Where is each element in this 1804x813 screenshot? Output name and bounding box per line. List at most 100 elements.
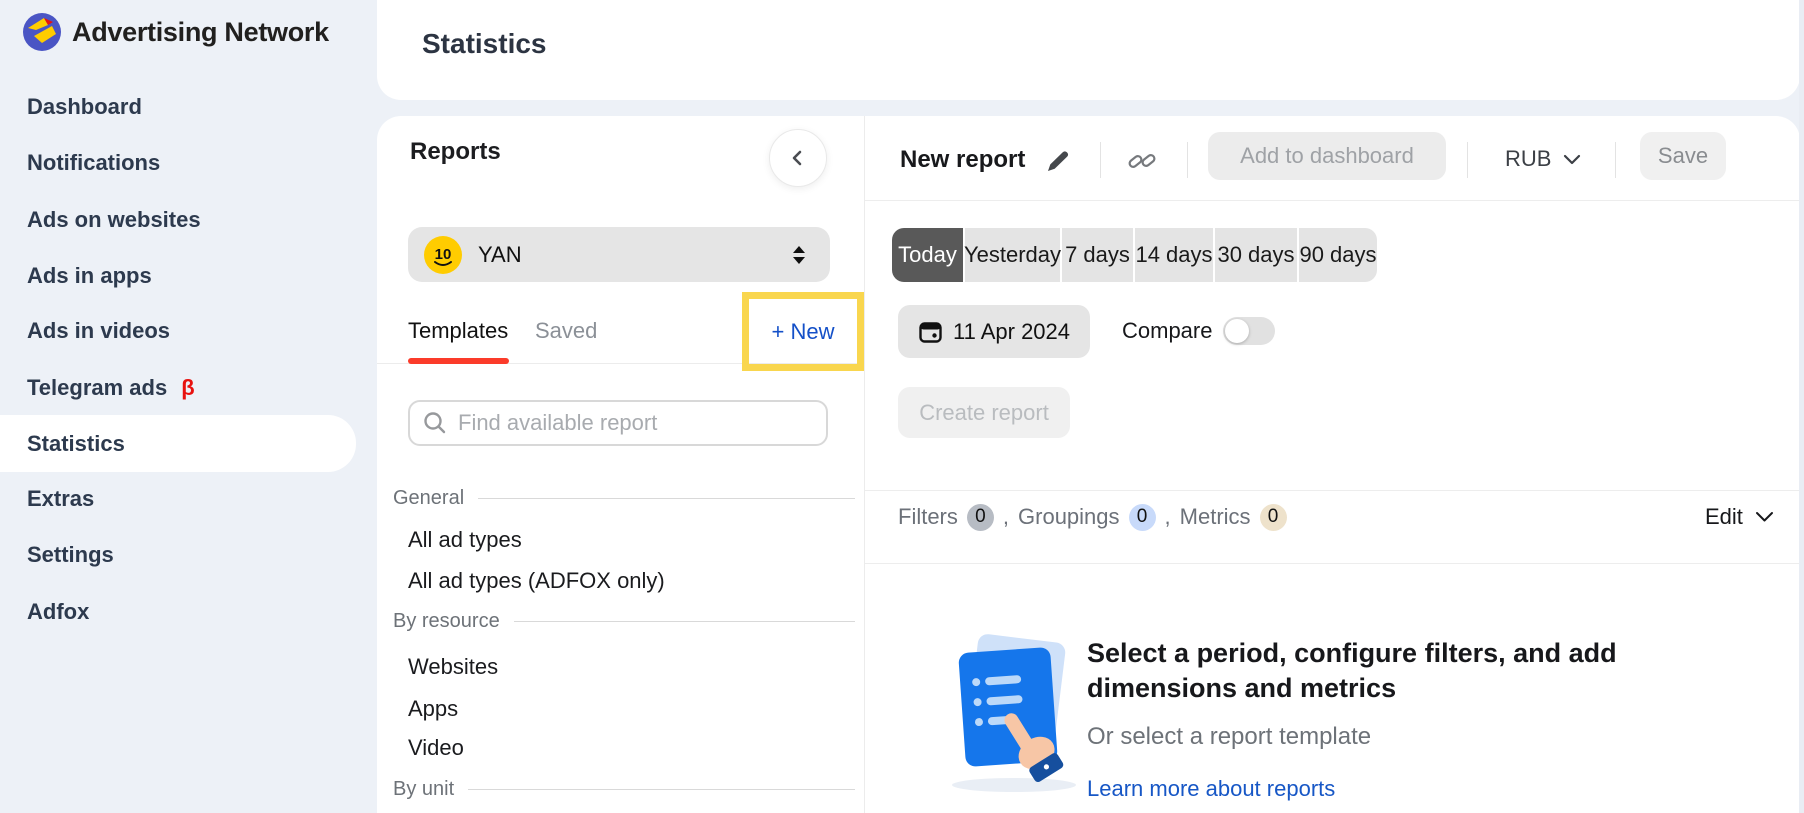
date-value: 11 Apr 2024: [953, 319, 1070, 345]
section-label: By unit: [393, 778, 454, 801]
page-title: Statistics: [422, 28, 547, 60]
range-yesterday[interactable]: Yesterday: [965, 228, 1060, 282]
section-divider: [478, 498, 855, 499]
sort-arrows-icon: [788, 244, 810, 266]
report-template-all-ad-types-adfox[interactable]: All ad types (ADFOX only): [408, 566, 665, 596]
sidebar-item-ads-on-websites[interactable]: Ads on websites: [0, 191, 356, 248]
section-label: By resource: [393, 610, 500, 633]
sidebar-item-label: Dashboard: [27, 94, 142, 120]
summary-top-divider: [865, 490, 1800, 491]
sidebar-item-notifications[interactable]: Notifications: [0, 134, 356, 191]
account-name: YAN: [478, 242, 788, 268]
separator: ,: [1003, 504, 1009, 530]
range-7-days[interactable]: 7 days: [1062, 228, 1133, 282]
report-search: [408, 400, 828, 446]
account-badge-icon: 10: [424, 236, 462, 274]
active-tab-indicator: [408, 358, 509, 364]
sidebar-item-label: Ads in videos: [27, 318, 170, 344]
compare-label: Compare: [1122, 316, 1212, 346]
header-divider: [1187, 142, 1188, 178]
groupings-count-badge: 0: [1129, 504, 1156, 531]
report-title: New report: [900, 146, 1025, 174]
toggle-knob: [1225, 319, 1249, 343]
range-30-days[interactable]: 30 days: [1215, 228, 1297, 282]
summary-bottom-divider: [865, 563, 1800, 564]
search-input[interactable]: [458, 410, 814, 436]
create-report-button[interactable]: Create report: [898, 387, 1070, 438]
scrollbar-track[interactable]: [1799, 0, 1804, 813]
range-14-days[interactable]: 14 days: [1135, 228, 1213, 282]
range-today[interactable]: Today: [892, 228, 963, 282]
main-panel: Reports 10 YAN Templates Saved + New Gen…: [377, 116, 1800, 813]
groupings-label: Groupings: [1018, 504, 1120, 530]
metrics-count-badge: 0: [1260, 504, 1287, 531]
sidebar-item-label: Settings: [27, 542, 114, 568]
sidebar-item-telegram-ads[interactable]: Telegram ads β: [0, 359, 356, 416]
svg-text:10: 10: [435, 246, 452, 263]
new-report-highlight-box: + New: [742, 292, 864, 371]
add-to-dashboard-button[interactable]: Add to dashboard: [1208, 132, 1446, 180]
range-90-days[interactable]: 90 days: [1299, 228, 1377, 282]
report-template-all-ad-types[interactable]: All ad types: [408, 525, 522, 555]
new-report-link[interactable]: + New: [772, 319, 835, 345]
report-template-websites[interactable]: Websites: [408, 652, 498, 682]
save-button[interactable]: Save: [1640, 132, 1726, 180]
currency-select[interactable]: RUB: [1505, 146, 1581, 172]
sidebar-item-label: Telegram ads: [27, 375, 167, 401]
rename-report-button[interactable]: [1045, 147, 1072, 174]
learn-more-link[interactable]: Learn more about reports: [1087, 776, 1335, 802]
section-header-general: General: [393, 487, 855, 510]
editor-header-divider: [865, 200, 1800, 201]
report-template-video[interactable]: Video: [408, 733, 464, 763]
edit-summary-button[interactable]: Edit: [1705, 502, 1774, 532]
link-icon: [1127, 149, 1157, 173]
sidebar-item-extras[interactable]: Extras: [0, 470, 356, 527]
report-setup-illustration-icon: [942, 634, 1092, 794]
sidebar-item-label: Ads on websites: [27, 207, 201, 233]
sidebar-item-adfox[interactable]: Adfox: [0, 583, 356, 640]
pencil-icon: [1045, 147, 1072, 174]
section-header-by-resource: By resource: [393, 610, 855, 633]
brand: Advertising Network: [22, 12, 329, 52]
header-divider: [1467, 142, 1468, 178]
tab-templates[interactable]: Templates: [408, 318, 508, 348]
section-divider: [468, 789, 855, 790]
tab-saved[interactable]: Saved: [535, 318, 597, 348]
sidebar: Advertising Network Dashboard Notificati…: [0, 0, 377, 813]
sidebar-item-settings[interactable]: Settings: [0, 526, 356, 583]
separator: ,: [1165, 504, 1171, 530]
report-config-summary: Filters 0 , Groupings 0 , Metrics 0: [898, 502, 1287, 532]
page-header: Statistics: [377, 0, 1800, 100]
account-select[interactable]: 10 YAN: [408, 227, 830, 282]
chevron-down-icon: [1563, 154, 1581, 165]
search-icon: [422, 410, 448, 436]
section-divider: [514, 621, 855, 622]
sidebar-item-label: Adfox: [27, 599, 89, 625]
report-template-apps[interactable]: Apps: [408, 694, 458, 724]
sidebar-item-statistics[interactable]: Statistics: [0, 415, 356, 472]
edit-label: Edit: [1705, 504, 1743, 530]
collapse-panel-button[interactable]: [769, 129, 827, 187]
compare-toggle[interactable]: [1223, 317, 1275, 345]
empty-state-subheading: Or select a report template: [1087, 723, 1371, 751]
section-label: General: [393, 487, 464, 510]
metrics-label: Metrics: [1180, 504, 1251, 530]
sidebar-item-label: Notifications: [27, 150, 160, 176]
sidebar-item-ads-in-videos[interactable]: Ads in videos: [0, 302, 356, 359]
reports-panel-title: Reports: [410, 138, 501, 166]
chevron-left-icon: [787, 147, 809, 169]
header-divider: [1100, 142, 1101, 178]
calendar-icon: [918, 319, 943, 344]
sidebar-item-dashboard[interactable]: Dashboard: [0, 78, 356, 135]
sidebar-item-ads-in-apps[interactable]: Ads in apps: [0, 247, 356, 304]
sidebar-item-label: Ads in apps: [27, 263, 152, 289]
date-picker[interactable]: 11 Apr 2024: [898, 305, 1090, 358]
column-divider: [864, 116, 865, 813]
filters-count-badge: 0: [967, 504, 994, 531]
currency-value: RUB: [1505, 146, 1551, 172]
beta-badge: β: [181, 375, 194, 401]
copy-link-button[interactable]: [1127, 149, 1157, 173]
section-header-by-unit: By unit: [393, 778, 855, 801]
header-divider: [1615, 142, 1616, 178]
chevron-down-icon: [1755, 511, 1774, 523]
